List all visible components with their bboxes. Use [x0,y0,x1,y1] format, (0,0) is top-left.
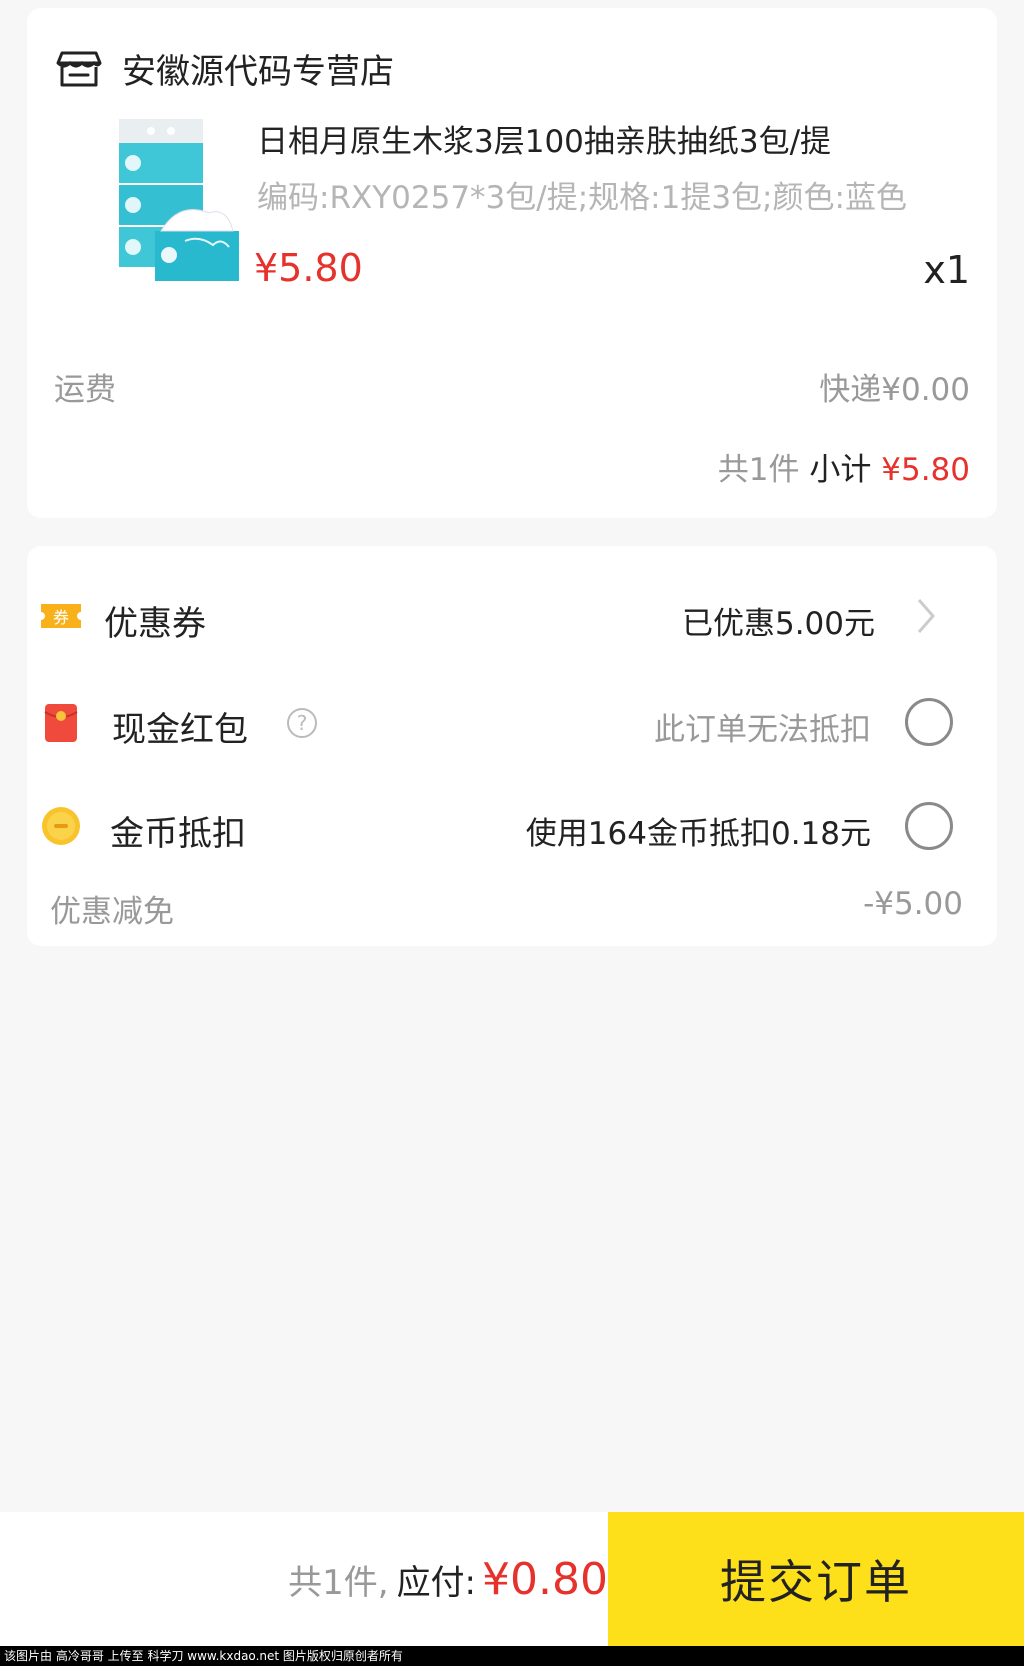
product-title[interactable]: 日相月原生木浆3层100抽亲肤抽纸3包/提 [257,116,831,161]
red-packet-radio[interactable] [905,698,953,746]
red-packet-value: 此订单无法抵扣 [654,712,871,748]
subtotal-label: 小计 [809,452,872,488]
subtotal: 共1件 小计 ¥5.80 [718,444,970,489]
svg-text:券: 券 [53,608,69,627]
chevron-right-icon[interactable] [905,594,945,638]
coupon-value: 已优惠5.00元 [681,606,875,642]
coin-label: 金币抵扣 [110,814,246,854]
shop-order-card: 安徽源代码专营店 日相月原生木浆3层100抽亲肤抽纸3包/提 编码:RXY025… [27,8,997,518]
product-image[interactable] [89,113,239,295]
shipping-value: 快递¥0.00 [819,372,970,408]
product-quantity: x1 [923,248,970,292]
subtotal-count: 共1件 [717,452,800,488]
coin-value: 使用164金币抵扣0.18元 [525,816,871,852]
watermark: 该图片由 高冷哥哥 上传至 科学刀 www.kxdao.net 图片版权归原创者… [0,1646,1024,1666]
store-icon [56,51,102,87]
product-spec: 编码:RXY0257*3包/提;规格:1提3包;颜色:蓝色 [257,180,907,216]
red-packet-icon [44,704,78,742]
total-count: 共1件, [288,1562,389,1603]
shop-name: 安徽源代码专营店 [122,51,394,92]
discount-card: 券 优惠券 已优惠5.00元 现金红包 ? 此订单无法抵扣 金币抵扣 使用164… [27,546,997,946]
coupon-icon: 券 [41,604,81,628]
checkout-bar: 共1件, 应付: ¥0.80 提交订单 [0,1512,1024,1646]
coin-icon [42,807,80,845]
coin-row: 金币抵扣 使用164金币抵扣0.18元 [27,786,997,866]
coin-radio[interactable] [905,802,953,850]
total-label: 应付: [396,1562,477,1603]
coupon-row[interactable]: 券 优惠券 已优惠5.00元 [27,576,997,656]
reduction-label: 优惠减免 [50,894,174,930]
coupon-label: 优惠券 [104,604,206,644]
help-icon[interactable]: ? [287,708,317,738]
total-amount: ¥0.80 [482,1553,608,1605]
red-packet-row: 现金红包 ? 此订单无法抵扣 [27,682,997,762]
shop-header[interactable]: 安徽源代码专营店 [56,38,394,98]
shipping-label: 运费 [54,372,116,408]
submit-order-button[interactable]: 提交订单 [608,1512,1024,1646]
product-price: ¥5.80 [254,246,363,290]
reduction-value: -¥5.00 [863,886,963,922]
total-summary: 共1件, 应付: ¥0.80 [288,1512,608,1646]
red-packet-label: 现金红包 [112,710,248,750]
subtotal-amount: ¥5.80 [881,452,970,488]
